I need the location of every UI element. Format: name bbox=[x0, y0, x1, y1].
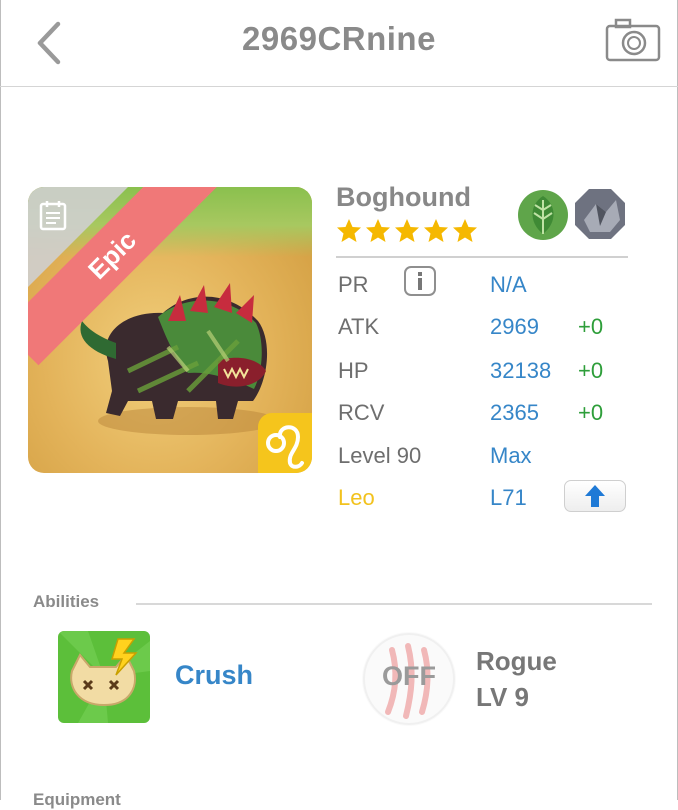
star-icon bbox=[366, 219, 390, 242]
skill-rogue-icon[interactable]: OFF bbox=[362, 632, 456, 726]
stat-label-level: Level 90 bbox=[338, 443, 422, 468]
star-rating bbox=[336, 218, 478, 246]
ability-crush-icon[interactable] bbox=[58, 631, 150, 723]
skill-name: Rogue bbox=[476, 646, 557, 676]
monster-portrait[interactable]: Epic bbox=[28, 187, 312, 473]
stat-row-pr: PR N/A bbox=[338, 266, 638, 308]
stat-value-atk: 2969 bbox=[490, 314, 539, 339]
stat-bonus-hp: +0 bbox=[578, 358, 604, 383]
page-title: 2969CRnine bbox=[242, 20, 436, 57]
header-bar: 2969CRnine bbox=[0, 0, 678, 87]
stat-row-zodiac: Leo L71 bbox=[338, 480, 638, 521]
stat-label-hp: HP bbox=[338, 358, 369, 383]
stat-bonus-atk: +0 bbox=[578, 314, 604, 339]
stat-value-pr: N/A bbox=[490, 272, 527, 297]
abilities-section-label: Abilities bbox=[33, 592, 100, 611]
monster-name: Boghound bbox=[336, 182, 471, 212]
abilities-divider bbox=[136, 603, 652, 605]
stat-bonus-rcv: +0 bbox=[578, 400, 604, 425]
stat-value-level: Max bbox=[490, 443, 532, 468]
leo-zodiac-icon bbox=[266, 425, 304, 469]
dazed-cat-icon bbox=[58, 631, 150, 723]
zodiac-badge bbox=[258, 413, 312, 473]
ability-name[interactable]: Crush bbox=[175, 660, 253, 691]
rock-icon[interactable] bbox=[572, 186, 628, 242]
stat-label-zodiac: Leo bbox=[338, 485, 375, 510]
star-icon bbox=[395, 219, 419, 242]
stat-label-atk: ATK bbox=[338, 314, 380, 339]
frame-left-border bbox=[0, 0, 1, 800]
leaf-icon[interactable] bbox=[516, 188, 570, 242]
star-icon bbox=[453, 219, 477, 242]
stat-row-hp: HP 32138 +0 bbox=[338, 358, 638, 394]
upgrade-button[interactable] bbox=[564, 480, 626, 512]
stat-row-atk: ATK 2969 +0 bbox=[338, 314, 638, 350]
star-icon bbox=[424, 219, 448, 242]
camera-button[interactable] bbox=[604, 16, 662, 64]
skill-level: LV 9 bbox=[476, 682, 529, 712]
stat-value-rcv: 2365 bbox=[490, 400, 539, 425]
stat-label-pr: PR bbox=[338, 272, 369, 297]
stat-row-rcv: RCV 2365 +0 bbox=[338, 400, 638, 436]
equipment-section-label: Equipment bbox=[33, 790, 121, 809]
stat-value-zodiac: L71 bbox=[490, 485, 527, 510]
stat-value-hp: 32138 bbox=[490, 358, 552, 383]
info-button[interactable] bbox=[404, 266, 436, 296]
star-icon bbox=[337, 219, 361, 242]
arrow-up-icon bbox=[585, 485, 605, 507]
memo-icon[interactable] bbox=[38, 199, 68, 231]
info-icon bbox=[418, 272, 422, 290]
stats-divider bbox=[336, 256, 628, 258]
stat-row-level: Level 90 Max bbox=[338, 443, 638, 479]
skill-off-label: OFF bbox=[382, 661, 436, 691]
camera-icon bbox=[605, 18, 661, 62]
stat-label-rcv: RCV bbox=[338, 400, 385, 425]
